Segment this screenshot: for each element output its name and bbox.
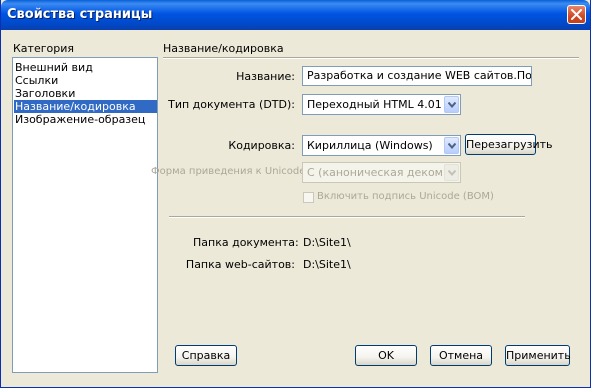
- reload-button[interactable]: Перезагрузить: [465, 134, 553, 155]
- title-label: Название:: [236, 70, 295, 83]
- doctype-dropdown-button[interactable]: [444, 96, 459, 113]
- help-button[interactable]: Справка: [175, 345, 237, 366]
- doc-folder-value: D:\Site1\: [303, 236, 351, 249]
- unicode-form-dropdown-button: [444, 164, 459, 181]
- encoding-dropdown-button[interactable]: [444, 137, 459, 154]
- doctype-value: Переходный HTML 4.01: [307, 98, 442, 111]
- cancel-button[interactable]: Отмена: [430, 345, 492, 366]
- unicode-form-label: Форма приведения к Unicode:: [151, 166, 309, 177]
- panel-heading: Название/кодировка: [163, 42, 284, 55]
- category-heading: Категория: [13, 42, 74, 55]
- bom-label: Включить подпись Unicode (BOM): [317, 191, 494, 202]
- category-item-title-encoding[interactable]: Название/кодировка: [14, 100, 157, 113]
- site-folder-label: Папка web-сайтов:: [185, 258, 295, 271]
- title-input[interactable]: Разработка и создание WEB сайтов.Пошагов…: [302, 66, 532, 86]
- category-item-links[interactable]: Ссылки: [14, 74, 157, 87]
- doctype-label: Тип документа (DTD):: [168, 98, 295, 111]
- doc-folder-label: Папка документа:: [193, 236, 299, 249]
- dialog-window: Свойства страницы Категория Внешний вид …: [0, 0, 591, 388]
- category-item-tracing-image[interactable]: Изображение-образец: [14, 113, 157, 126]
- heading-divider: [163, 57, 579, 59]
- chevron-down-icon: [448, 170, 456, 176]
- apply-button[interactable]: Применить: [505, 345, 571, 366]
- close-icon: [571, 9, 582, 20]
- encoding-value: Кириллица (Windows): [307, 139, 433, 152]
- encoding-select[interactable]: Кириллица (Windows): [302, 135, 461, 156]
- category-list[interactable]: Внешний вид Ссылки Заголовки Название/ко…: [12, 57, 158, 373]
- encoding-label: Кодировка:: [228, 139, 295, 152]
- unicode-form-select: C (каноническая декомпозиция и: [302, 162, 461, 183]
- title-bar[interactable]: Свойства страницы: [1, 0, 590, 30]
- category-item-headings[interactable]: Заголовки: [14, 87, 157, 100]
- section-divider: [169, 216, 525, 218]
- category-item-appearance[interactable]: Внешний вид: [14, 61, 157, 74]
- chevron-down-icon: [448, 143, 456, 149]
- unicode-form-value: C (каноническая декомпозиция и: [307, 166, 442, 179]
- bom-checkbox: [303, 192, 314, 203]
- window-title: Свойства страницы: [7, 7, 153, 22]
- chevron-down-icon: [448, 102, 456, 108]
- close-button[interactable]: [567, 5, 586, 24]
- doctype-select[interactable]: Переходный HTML 4.01: [302, 94, 461, 115]
- ok-button[interactable]: OK: [355, 345, 417, 366]
- site-folder-value: D:\Site1\: [303, 258, 351, 271]
